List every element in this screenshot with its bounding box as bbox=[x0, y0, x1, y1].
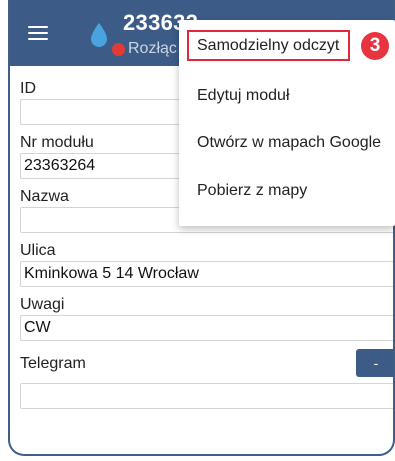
water-drop-icon bbox=[91, 23, 107, 47]
menu-item-open-google-maps[interactable]: Otwórz w mapach Google bbox=[179, 120, 395, 166]
module-number-label: Nr modułu bbox=[20, 134, 94, 151]
telegram-label: Telegram bbox=[20, 355, 86, 372]
telegram-field[interactable] bbox=[20, 383, 393, 409]
step-badge: 3 bbox=[361, 32, 389, 60]
status-dot-icon bbox=[112, 43, 125, 56]
notes-field[interactable]: CW bbox=[20, 315, 393, 341]
menu-item-fetch-from-map[interactable]: Pobierz z mapy bbox=[179, 168, 395, 214]
hamburger-menu-icon[interactable] bbox=[28, 26, 48, 40]
telegram-button[interactable]: - bbox=[356, 349, 393, 377]
highlight-box bbox=[187, 30, 350, 61]
notes-label: Uwagi bbox=[20, 296, 65, 313]
street-field[interactable]: Kminkowa 5 14 Wrocław bbox=[20, 261, 393, 287]
id-label: ID bbox=[20, 80, 36, 97]
menu-item-edit-module[interactable]: Edytuj moduł bbox=[179, 73, 395, 119]
name-label: Nazwa bbox=[20, 188, 69, 205]
connection-status: Rozłąc bbox=[128, 40, 177, 57]
street-label: Ulica bbox=[20, 242, 56, 259]
